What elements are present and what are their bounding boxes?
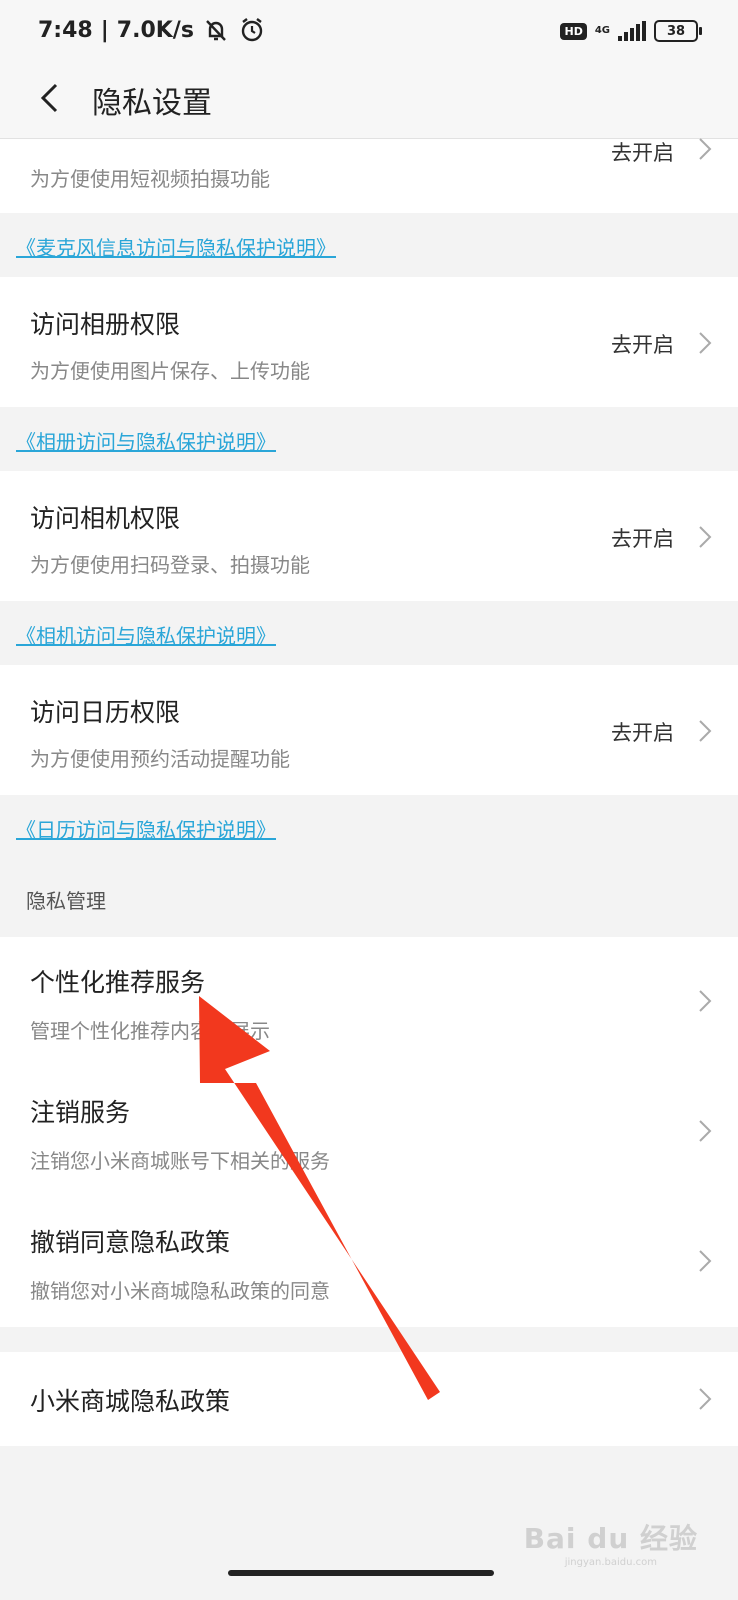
privacy-link-microphone[interactable]: 《麦克风信息访问与隐私保护说明》 bbox=[16, 232, 336, 261]
alarm-icon bbox=[241, 18, 263, 42]
signal-icon bbox=[618, 21, 646, 41]
privacy-link-calendar[interactable]: 《日历访问与隐私保护说明》 bbox=[16, 814, 276, 843]
link-row-camera: 《相机访问与隐私保护说明》 bbox=[0, 601, 738, 665]
status-right: HD 4G 38 bbox=[560, 20, 702, 42]
privacy-item-subtitle: 撤销您对小米商城隐私政策的同意 bbox=[30, 1279, 330, 1303]
permission-action: 去开启 bbox=[611, 721, 674, 745]
link-row-microphone: 《麦克风信息访问与隐私保护说明》 bbox=[0, 213, 738, 277]
permission-action: 去开启 bbox=[611, 333, 674, 357]
permission-title: 访问日历权限 bbox=[30, 698, 181, 727]
section-header-label: 隐私管理 bbox=[26, 889, 106, 913]
chevron-right-icon bbox=[699, 332, 712, 354]
privacy-item-subtitle: 管理个性化推荐内容的展示 bbox=[30, 1019, 270, 1043]
chevron-right-icon bbox=[699, 138, 712, 160]
permission-item-album[interactable]: 访问相册权限 为方便使用图片保存、上传功能 去开启 bbox=[0, 277, 738, 407]
permission-action: 去开启 bbox=[611, 527, 674, 551]
chevron-right-icon bbox=[699, 990, 712, 1012]
back-arrow-icon bbox=[40, 83, 58, 113]
privacy-policy-title: 小米商城隐私政策 bbox=[30, 1387, 231, 1416]
status-speed: 7.0K/s bbox=[116, 17, 194, 43]
top-bar: 隐私设置 bbox=[0, 64, 738, 139]
page-title: 隐私设置 bbox=[92, 86, 212, 121]
chevron-right-icon bbox=[699, 1250, 712, 1272]
privacy-item-cancel-service[interactable]: 注销服务 注销您小米商城账号下相关的服务 bbox=[0, 1067, 738, 1197]
permission-item-microphone[interactable]: 为方便使用短视频拍摄功能 去开启 bbox=[0, 138, 738, 213]
back-button[interactable] bbox=[28, 76, 72, 120]
permission-title: 访问相册权限 bbox=[30, 310, 181, 339]
permission-action: 去开启 bbox=[611, 141, 674, 165]
privacy-item-subtitle: 注销您小米商城账号下相关的服务 bbox=[30, 1149, 330, 1173]
permission-subtitle: 为方便使用扫码登录、拍摄功能 bbox=[30, 553, 310, 577]
permission-subtitle: 为方便使用预约活动提醒功能 bbox=[30, 747, 290, 771]
privacy-item-title: 个性化推荐服务 bbox=[30, 968, 206, 997]
privacy-policy-item[interactable]: 小米商城隐私政策 bbox=[0, 1352, 738, 1446]
status-bar: 7:48 | 7.0K/s HD 4G 38 bbox=[0, 0, 738, 64]
permission-subtitle: 为方便使用图片保存、上传功能 bbox=[30, 359, 310, 383]
privacy-link-album[interactable]: 《相册访问与隐私保护说明》 bbox=[16, 426, 276, 455]
privacy-item-title: 注销服务 bbox=[30, 1098, 131, 1127]
link-row-calendar: 《日历访问与隐私保护说明》 bbox=[0, 795, 738, 859]
privacy-item-personalized[interactable]: 个性化推荐服务 管理个性化推荐内容的展示 bbox=[0, 937, 738, 1067]
watermark-url: jingyan.baidu.com bbox=[564, 1557, 657, 1568]
chevron-right-icon bbox=[699, 526, 712, 548]
privacy-item-revoke-consent[interactable]: 撤销同意隐私政策 撤销您对小米商城隐私政策的同意 bbox=[0, 1197, 738, 1327]
network-type: 4G bbox=[594, 25, 610, 36]
permission-item-calendar[interactable]: 访问日历权限 为方便使用预约活动提醒功能 去开启 bbox=[0, 665, 738, 795]
permission-subtitle: 为方便使用短视频拍摄功能 bbox=[30, 167, 270, 191]
link-row-album: 《相册访问与隐私保护说明》 bbox=[0, 407, 738, 471]
chevron-right-icon bbox=[699, 1120, 712, 1142]
status-left: 7:48 | 7.0K/s bbox=[38, 16, 266, 44]
baidu-watermark: Bai du 经验 jingyan.baidu.com bbox=[524, 1517, 698, 1568]
battery-level: 38 bbox=[666, 23, 686, 39]
permission-item-camera[interactable]: 访问相机权限 为方便使用扫码登录、拍摄功能 去开启 bbox=[0, 471, 738, 601]
home-indicator[interactable] bbox=[228, 1570, 494, 1576]
status-time: 7:48 bbox=[38, 17, 93, 43]
hd-badge: HD bbox=[560, 22, 587, 40]
privacy-link-camera[interactable]: 《相机访问与隐私保护说明》 bbox=[16, 620, 276, 649]
status-divider: | bbox=[100, 17, 109, 43]
section-header-privacy: 隐私管理 bbox=[0, 859, 738, 937]
privacy-item-title: 撤销同意隐私政策 bbox=[30, 1228, 231, 1257]
watermark-brand: Bai du 经验 bbox=[523, 1522, 698, 1555]
permission-title: 访问相机权限 bbox=[30, 504, 181, 533]
chevron-right-icon bbox=[699, 1388, 712, 1410]
chevron-right-icon bbox=[699, 720, 712, 742]
battery-icon: 38 bbox=[654, 20, 702, 42]
mute-bell-icon bbox=[206, 20, 226, 41]
